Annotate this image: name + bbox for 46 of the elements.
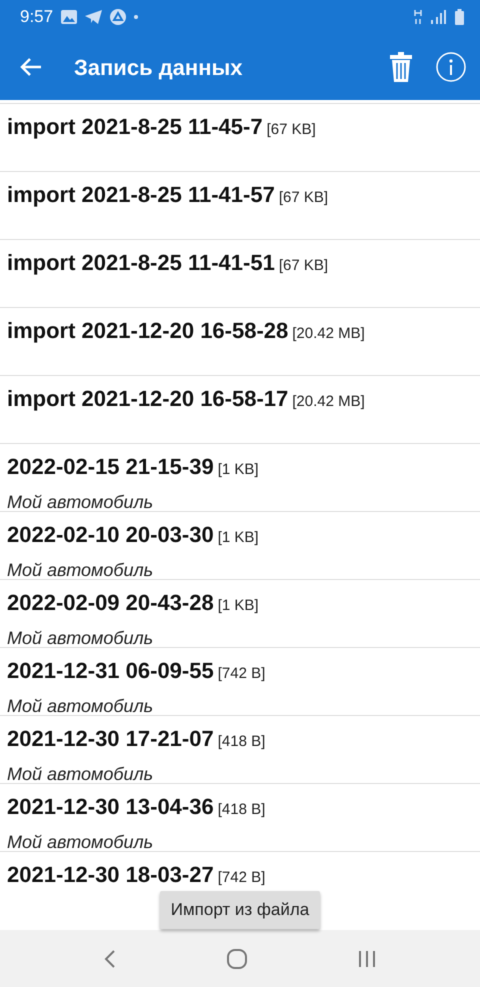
import-button[interactable]: Импорт из файла [160,891,320,928]
record-size: [1 KB] [218,596,259,616]
record-name[interactable]: import 2021-8-25 11-41-51 [7,246,275,279]
home-icon[interactable] [226,948,247,968]
record-subtitle: Мой автомобиль [7,763,154,786]
record-size: [418 B] [218,800,266,820]
back-icon[interactable] [20,58,42,76]
record-size: [418 B] [218,732,266,752]
record-size: [20.42 MB] [292,392,365,412]
record-name[interactable]: 2022-02-10 20-03-30 [7,518,214,551]
record-size: [67 KB] [278,256,328,276]
record-subtitle: Мой автомобиль [7,627,154,650]
record-name[interactable]: 2022-02-15 21-15-39 [7,450,214,483]
record-name[interactable]: 2021-12-30 17-21-07 [7,722,214,755]
record-size: [742 B] [218,664,266,684]
battery-icon [455,9,464,25]
info-icon[interactable] [436,52,466,82]
data-icon [413,9,423,25]
record-subtitle: Мой автомобиль [7,559,154,582]
record-name[interactable]: 2021-12-30 13-04-36 [7,790,214,823]
record-name[interactable]: import 2021-12-20 16-58-28 [7,314,288,347]
record-name[interactable]: 2021-12-30 18-03-27 [7,858,214,891]
record-name[interactable]: 2022-02-09 20-43-28 [7,586,214,619]
trash-icon[interactable] [390,52,412,82]
record-size: [67 KB] [266,120,316,140]
telegram-icon [85,10,102,24]
status-time: 9:57 [20,6,54,28]
gallery-icon [61,10,78,24]
screen-title: Запись данных [74,54,244,82]
record-name[interactable]: import 2021-8-25 11-45-7 [7,110,263,143]
record-subtitle: Мой автомобиль [7,695,154,718]
record-subtitle: Мой автомобиль [7,491,154,514]
record-name[interactable]: import 2021-12-20 16-58-17 [7,382,288,415]
app-icon [110,9,126,25]
record-size: [20.42 MB] [292,324,365,344]
record-name[interactable]: import 2021-8-25 11-41-57 [7,178,275,211]
recents-icon[interactable] [358,950,376,968]
record-size: [1 KB] [218,460,259,480]
record-subtitle: Мой автомобиль [7,831,154,854]
record-size: [1 KB] [218,528,259,548]
record-size: [742 B] [218,868,266,888]
record-name[interactable]: 2021-12-31 06-09-55 [7,654,214,687]
record-size: [67 KB] [278,188,328,208]
dot-icon [134,15,138,19]
signal-icon [431,10,447,24]
back-nav-icon[interactable] [104,948,116,968]
